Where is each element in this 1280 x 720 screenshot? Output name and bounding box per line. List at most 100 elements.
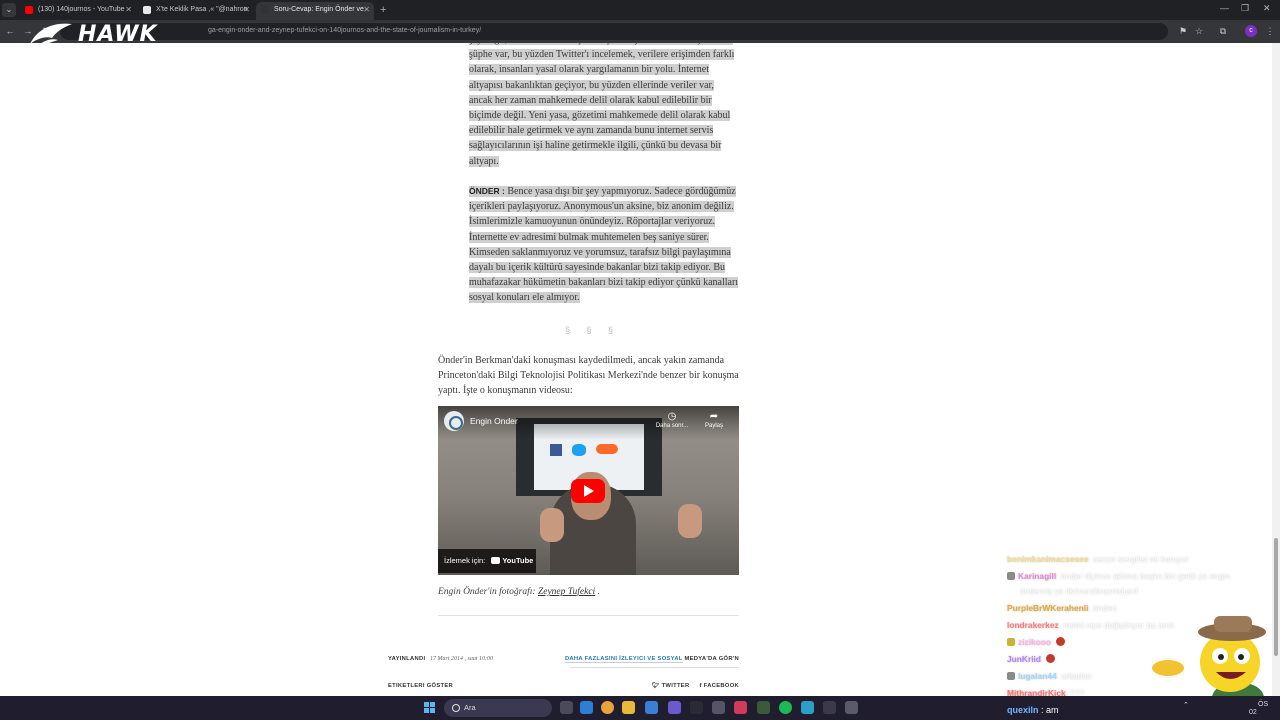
twitter-bird-icon: 🐦︎ (652, 683, 660, 689)
chat-message: JunKriid: (1007, 653, 1056, 665)
embedded-youtube-video[interactable]: Engin Onder ◷ Daha sonr... ➦ Paylaş İzle… (438, 406, 739, 575)
page-scrollbar[interactable] (1272, 43, 1280, 696)
close-tab-icon[interactable]: ✕ (243, 2, 250, 18)
published-label: YAYINLANDI (388, 656, 426, 662)
category-suffix: MEDYA'DA GÖR'N (684, 656, 739, 662)
category-link[interactable]: DAHA FAZLASINI İZLEYICI VE SOSYAL (564, 656, 683, 663)
close-tab-icon[interactable]: ✕ (363, 2, 370, 18)
chat-message-continuation: önderniş ya ilkönordönarmdıarıf (1020, 586, 1138, 596)
caption-suffix: . (597, 587, 600, 597)
article-paragraph-quote-1: şey değil, fakat interneti başka bir yer… (469, 43, 739, 169)
windows-taskbar: Ara ⌃ ÖS 02 (0, 696, 1280, 720)
obs-icon[interactable] (823, 701, 836, 714)
close-tab-icon[interactable]: ✕ (125, 2, 132, 18)
profile-avatar[interactable]: c (1245, 25, 1257, 37)
spotify-icon[interactable] (779, 701, 792, 714)
chat-message: zizikooo: (1007, 636, 1066, 648)
steam-icon[interactable] (712, 701, 725, 714)
chat-message: Karinagill: önder diyince aklıma başka b… (1007, 570, 1230, 582)
chat-message: lugalan44: arkadan (1007, 670, 1092, 682)
article-page: şey değil, fakat interneti başka bir yer… (0, 43, 1272, 696)
tab-article-active[interactable]: Soru-Cevap: Engin Önder ve Ze ✕ (256, 2, 374, 20)
taskbar-search-box[interactable]: Ara (444, 699, 552, 717)
windows-start-icon[interactable] (424, 702, 436, 714)
highlighted-text: şey değil, fakat interneti başka bir yer… (469, 43, 735, 167)
channel-avatar-icon[interactable] (444, 411, 464, 431)
tab-youtube[interactable]: (130) 140journos - YouTube ✕ (20, 2, 136, 20)
share-button[interactable]: ➦ Paylaş (694, 410, 734, 429)
chat-message-latest: quexiln : am (1007, 705, 1059, 715)
caption-prefix: Engin Önder'in fotoğrafı: (438, 587, 536, 597)
url-text: ga-engin-onder-and-zeynep-tufekci-on-140… (208, 27, 482, 34)
watch-on-youtube-button[interactable]: İzlemek için: YouTube (438, 549, 536, 573)
facebook-f-icon: f (699, 683, 702, 689)
article-paragraph-quote-2: ÖNDER : Bence yasa dışı bir şey yapmıyor… (469, 184, 741, 306)
caption-author-link[interactable]: Zeynep Tufekci (538, 587, 595, 597)
close-window-icon[interactable]: ✕ (1263, 3, 1271, 14)
chat-badge-icon (1007, 572, 1015, 580)
file-explorer-icon[interactable] (622, 701, 635, 714)
answer-text: Bence yasa dışı bir şey yapmıyoruz. Sade… (469, 186, 739, 304)
soundcloud-logo-icon (596, 444, 618, 454)
discord-icon[interactable] (668, 701, 681, 714)
app-icon[interactable] (845, 701, 858, 714)
bookmark-star-icon[interactable]: ☆ (1193, 25, 1205, 37)
speaker-label: ÖNDER : (469, 186, 505, 196)
facebook-logo-icon (550, 444, 562, 456)
tab-x[interactable]: X'te Keklik Pasa ,« "@nahronst ✕ (138, 2, 254, 20)
chat-emote-icon (1046, 654, 1056, 663)
tray-chevron-icon[interactable]: ⌃ (1183, 701, 1189, 709)
browser-menu-icon[interactable]: ⋮ (1264, 25, 1276, 37)
publish-date: 17 Mart 2014 , saat 10:00 (430, 656, 493, 662)
medium-favicon-icon (261, 6, 269, 14)
share-label: Paylaş (704, 423, 723, 429)
back-icon[interactable]: ← (4, 25, 16, 37)
task-view-icon[interactable] (560, 701, 573, 714)
scrollbar-thumb[interactable] (1274, 538, 1278, 656)
video-title[interactable]: Engin Onder (470, 416, 518, 426)
share-arrow-icon: ➦ (709, 411, 719, 422)
watch-later-label: Daha sonr... (655, 423, 689, 429)
divider (570, 667, 739, 668)
highlighted-text: ÖNDER : Bence yasa dışı bir şey yapmıyor… (469, 186, 739, 304)
show-tags-link[interactable]: ETIKETLERI GÖSTER (388, 683, 453, 689)
chat-emote-icon (1056, 637, 1066, 646)
youtube-logo-text: YouTube (491, 549, 533, 573)
minimize-icon[interactable]: — (1220, 3, 1229, 13)
twitter-logo-icon (572, 444, 586, 456)
chat-badge-icon (1007, 672, 1015, 680)
chat-message: benimkanimacsesee: sevan sevgilisi mi ko… (1007, 554, 1189, 564)
watch-later-button[interactable]: ◷ Daha sonr... (652, 410, 692, 429)
tab-title: Soru-Cevap: Engin Önder ve Ze (274, 6, 366, 13)
restore-icon[interactable]: ❐ (1241, 3, 1249, 14)
tab-title: (130) 140journos - YouTube (38, 6, 125, 13)
app-icon[interactable] (757, 701, 770, 714)
tray-language[interactable]: ÖS (1258, 701, 1268, 708)
tab-search-button[interactable]: ⌄ (2, 3, 16, 17)
watch-on-label: İzlemek için: (444, 556, 486, 565)
youtube-play-button-icon[interactable] (571, 479, 605, 503)
app-icon[interactable] (690, 701, 703, 714)
extensions-icon[interactable]: ⧉ (1217, 25, 1229, 37)
x-favicon-icon (143, 6, 151, 14)
more-in-category: DAHA FAZLASINI İZLEYICI VE SOSYAL MEDYA'… (564, 656, 739, 663)
browser-toolbar: ← → ↻ ga-engin-onder-and-zeynep-tufekci-… (0, 20, 1280, 43)
edge-browser-icon[interactable] (580, 701, 593, 714)
speaker-left-hand (540, 508, 564, 542)
new-tab-button[interactable]: + (380, 3, 386, 17)
section-separator: § § § (565, 325, 621, 335)
tab-title: X'te Keklik Pasa ,« "@nahronst (156, 6, 248, 13)
twitter-share-button[interactable]: 🐦︎ TWITTER (652, 683, 689, 689)
chrome-icon[interactable] (601, 701, 614, 714)
app-icon[interactable] (645, 701, 658, 714)
translate-icon[interactable]: ⚑ (1177, 25, 1189, 37)
app-icon[interactable] (734, 701, 747, 714)
app-icon[interactable] (801, 701, 814, 714)
facebook-share-button[interactable]: f FACEBOOK (700, 683, 739, 689)
address-bar[interactable]: ga-engin-onder-and-zeynep-tufekci-on-140… (60, 23, 1168, 40)
tags-share-row: ETIKETLERI GÖSTER 🐦︎ TWITTER f FACEBOOK (388, 683, 739, 693)
divider (438, 615, 739, 616)
speaker-right-hand (678, 504, 702, 538)
photo-caption: Engin Önder'in fotoğrafı: Zeynep Tufekci… (438, 587, 600, 597)
tray-clock[interactable]: 02 (1249, 709, 1257, 716)
